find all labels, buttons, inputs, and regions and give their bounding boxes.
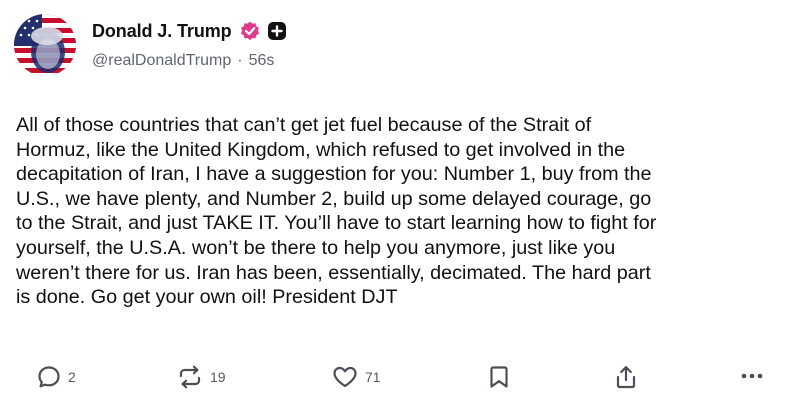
avatar-image	[14, 14, 76, 76]
more-icon	[741, 373, 763, 379]
post-body-text: All of those countries that can’t get je…	[16, 114, 657, 309]
reply-icon	[38, 366, 60, 388]
repost-icon	[179, 365, 201, 389]
separator-dot: ·	[237, 52, 243, 69]
bookmark-button[interactable]	[487, 364, 511, 390]
handle-row: @realDonaldTrump · 56s	[92, 52, 287, 70]
add-plus-icon[interactable]	[267, 21, 287, 41]
avatar[interactable]	[14, 14, 76, 76]
post-header: Donald J. Trump @realDonaldTrump · 56s	[14, 14, 287, 76]
like-count: 71	[365, 369, 381, 385]
post-action-bar: 2 19 71	[0, 360, 800, 400]
like-icon	[333, 366, 357, 388]
post-timestamp[interactable]: 56s	[249, 52, 275, 70]
repost-button[interactable]: 19	[176, 364, 226, 390]
author-identity: Donald J. Trump @realDonaldTrump · 56s	[92, 14, 287, 70]
author-handle[interactable]: @realDonaldTrump	[92, 52, 231, 70]
like-button[interactable]: 71	[331, 364, 381, 390]
reply-count: 2	[68, 369, 76, 385]
share-button[interactable]	[613, 364, 639, 390]
author-display-name[interactable]: Donald J. Trump	[92, 21, 232, 42]
post-card: Donald J. Trump @realDonaldTrump · 56s A…	[0, 0, 800, 418]
bookmark-icon	[490, 366, 508, 388]
reply-button[interactable]: 2	[36, 364, 76, 390]
verified-badge-icon	[239, 20, 261, 42]
more-options-button[interactable]	[739, 366, 765, 386]
repost-count: 19	[210, 369, 226, 385]
name-row: Donald J. Trump	[92, 19, 287, 43]
share-icon	[616, 366, 636, 389]
